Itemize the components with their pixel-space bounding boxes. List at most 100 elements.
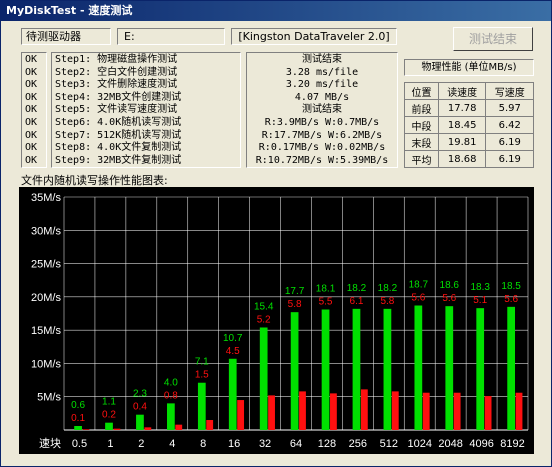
performance-row: 中段 18.45 6.42 (404, 116, 534, 134)
chart-write-label: 1.5 (195, 370, 209, 381)
step-result: R:3.9MB/s W:0.7MB/s (264, 116, 380, 128)
drive-letter: E: (117, 28, 225, 45)
chart-y-tick-label: 20M/s (31, 292, 61, 304)
step-result: 测试结束 (302, 104, 342, 116)
step-status: OK (25, 54, 38, 65)
chart-bar-read (321, 309, 330, 430)
chart-read-label: 7.1 (195, 357, 209, 368)
performance-header-cell: 位置 (404, 82, 439, 100)
performance-header-cell: 写速度 (485, 82, 534, 100)
chart-bar-write (82, 429, 90, 430)
step-result: 测试结束 (302, 54, 342, 65)
chart-y-tick-label: 25M/s (31, 259, 61, 271)
step-label: Step5: 文件读写速度测试 (55, 104, 178, 116)
chart-bar-read (352, 308, 361, 430)
chart-read-label: 4.0 (164, 377, 178, 388)
chart-x-tick-label: 128 (318, 438, 336, 450)
chart-read-label: 2.3 (133, 389, 147, 400)
chart-bar-read (197, 382, 206, 430)
performance-cell: 6.19 (485, 133, 534, 151)
chart-y-tick-label: 30M/s (31, 225, 61, 237)
step-status: OK (25, 79, 38, 91)
drive-label: 待测驱动器 (21, 28, 111, 45)
step-result: 3.28 ms/file (285, 66, 359, 78)
chart-x-tick-label: 4096 (469, 438, 493, 450)
step-label: Step6: 4.0K随机读写测试 (55, 116, 182, 128)
step-result: 3.20 ms/file (285, 79, 359, 91)
chart-label: 文件内随机读写操作性能图表: (21, 174, 168, 187)
performance-row: 平均 18.68 6.19 (404, 150, 534, 168)
step-label: Step3: 文件删除速度测试 (55, 79, 178, 91)
chart-bar-write (330, 393, 337, 430)
chart-bar-write (515, 392, 523, 430)
chart-x-tick-label: 8 (200, 438, 206, 450)
chart-y-tick-label: 10M/s (31, 358, 61, 370)
chart-x-tick-label: 1 (107, 438, 113, 450)
chart-write-label: 5.8 (380, 296, 394, 307)
chart-x-tick-label: 2 (138, 438, 144, 450)
chart-read-label: 17.7 (285, 286, 305, 297)
chart-write-label: 0.2 (102, 410, 116, 421)
step-status: OK (25, 142, 38, 154)
performance-cell: 6.42 (485, 116, 534, 134)
step-status: OK (25, 104, 38, 116)
chart-bar-read (105, 422, 113, 430)
chart-write-label: 0.8 (164, 390, 178, 401)
step-status: OK (25, 154, 38, 166)
chart-write-label: 0.4 (133, 402, 147, 413)
step-label: Step7: 512K随机读写测试 (55, 129, 182, 141)
chart-bar-read (136, 414, 144, 430)
chart-bar-write (484, 396, 492, 430)
chart-write-label: 5.2 (257, 314, 271, 325)
performance-cell: 前段 (404, 99, 439, 117)
steps-list: Step1: 物理磁盘操作测试 Step2: 空白文件创建测试 Step3: 文件删… (51, 52, 241, 168)
chart-bar-write (360, 389, 368, 430)
chart-bar-write (113, 428, 121, 430)
chart-bar-write (237, 400, 245, 430)
chart-bar-write (175, 424, 183, 430)
main-window: MyDiskTest - 速度测试 待测驱动器 E: [Kingston Dat… (0, 0, 552, 467)
chart-read-label: 18.2 (347, 283, 367, 294)
chart-write-label: 5.6 (442, 293, 456, 304)
performance-row: 末段 19.81 6.19 (404, 133, 534, 151)
window-title: MyDiskTest - 速度测试 (1, 1, 551, 21)
performance-row: 前段 17.78 5.97 (404, 99, 534, 117)
end-test-button[interactable]: 测试结束 (453, 27, 533, 51)
status-list: OK OK OK OK OK OK OK OK OK (21, 52, 47, 168)
performance-header-cell: 读速度 (437, 82, 487, 100)
chart-read-label: 1.1 (102, 397, 116, 408)
chart-write-label: 0.1 (71, 413, 85, 424)
chart-bar-write (299, 391, 306, 430)
performance-cell: 6.19 (485, 150, 534, 168)
chart-write-label: 5.1 (473, 295, 487, 306)
chart-bar-read (507, 306, 516, 430)
drive-name: [Kingston DataTraveler 2.0] (231, 28, 397, 45)
chart-read-label: 0.6 (71, 400, 85, 411)
step-result: R:10.72MB/s W:5.39MB/s (255, 154, 389, 166)
step-status: OK (25, 129, 38, 141)
chart-read-label: 18.2 (378, 283, 398, 294)
chart-x-tick-label: 0.5 (72, 438, 87, 450)
chart-y-tick-label: 5M/s (37, 392, 61, 404)
chart-x-first-label: 速块 (39, 437, 61, 450)
chart-x-tick-label: 512 (380, 438, 398, 450)
chart-bar-read (259, 327, 268, 430)
performance-table: 位置 读速度 写速度 前段 17.78 5.97 中段 18.45 6.42 末段 19.81 6.1… (404, 82, 534, 168)
chart-bar-write (422, 392, 430, 430)
performance-cell: 末段 (404, 133, 439, 151)
chart-write-label: 5.6 (411, 293, 425, 304)
chart-x-tick-label: 1024 (407, 438, 431, 450)
chart-bar-read (228, 358, 237, 430)
chart-x-tick-label: 8192 (500, 438, 524, 450)
step-result: 4.07 MB/s (294, 91, 350, 103)
performance-header-row: 位置 读速度 写速度 (404, 82, 534, 100)
performance-title: 物理性能 (单位MB/s) (404, 59, 534, 76)
speed-chart-svg: 5M/s 10M/s 15M/s 20M/s 25M/s 30M/s 35M/s 0.6 0.1… (31, 192, 529, 450)
chart-y-tick-label: 35M/s (31, 192, 61, 204)
performance-cell: 18.68 (437, 150, 487, 168)
chart-bar-write (206, 420, 214, 430)
step-label: Step9: 32MB文件复制测试 (55, 154, 182, 166)
chart-x-tick-label: 16 (228, 438, 240, 450)
chart-bar-write (453, 392, 461, 430)
chart-bar-read (290, 312, 299, 430)
